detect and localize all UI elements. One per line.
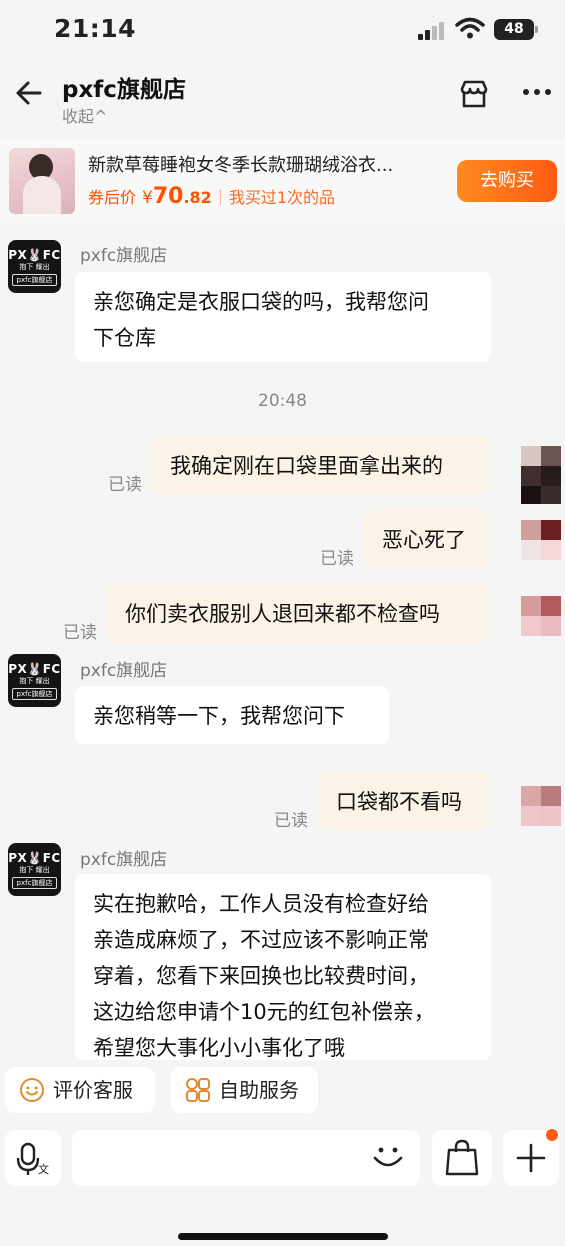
my-message-bubble[interactable]: 口袋都不看吗 <box>318 772 490 830</box>
price-decimal: .82 <box>183 188 212 207</box>
voice-text-badge: 文 <box>38 1163 49 1176</box>
message-input[interactable] <box>72 1130 420 1186</box>
shop-avatar[interactable]: PX🐰FC 抱下 耀出 pxfc旗舰店 <box>8 240 61 293</box>
emoji-icon[interactable] <box>370 1140 406 1176</box>
product-title[interactable]: 新款草莓睡袍女冬季长款珊瑚绒浴衣... <box>88 151 438 177</box>
price-divider <box>219 189 221 205</box>
self-service-label: 自助服务 <box>219 1078 299 1102</box>
sender-name: pxfc旗舰店 <box>80 661 168 681</box>
read-status: 已读 <box>63 623 97 643</box>
shop-message-bubble[interactable]: 实在抱歉哈，工作人员没有检查好给 亲造成麻烦了，不过应该不影响正常 穿着，您看下… <box>75 874 491 1060</box>
my-message-bubble[interactable]: 我确定刚在口袋里面拿出来的 <box>152 436 490 494</box>
user-avatar[interactable] <box>521 446 561 504</box>
read-status: 已读 <box>274 811 308 831</box>
wifi-icon <box>455 17 485 39</box>
user-avatar[interactable] <box>521 596 561 636</box>
shopping-bag-button[interactable] <box>432 1130 492 1186</box>
avatar-shop-tag: pxfc旗舰店 <box>12 274 57 286</box>
grid-icon <box>186 1078 210 1102</box>
my-message-bubble[interactable]: 你们卖衣服别人退回来都不检查吗 <box>107 584 490 642</box>
rate-service-label: 评价客服 <box>53 1078 133 1102</box>
store-icon[interactable] <box>458 78 490 110</box>
shop-message-bubble[interactable]: 亲您稍等一下，我帮您问下 <box>75 686 389 744</box>
status-bar: 21:14 48 <box>0 0 565 58</box>
chat-header: pxfc旗舰店 收起^ <box>0 58 565 136</box>
my-message-bubble[interactable]: 恶心死了 <box>364 510 490 568</box>
signal-icon <box>418 22 448 40</box>
sender-name: pxfc旗舰店 <box>80 246 168 266</box>
back-arrow-icon[interactable] <box>14 78 44 108</box>
read-status: 已读 <box>320 549 354 569</box>
avatar-logo-text: PX🐰FC <box>8 662 61 676</box>
avatar-slogan: 抱下 耀出 <box>19 866 50 874</box>
buy-button[interactable]: 去购买 <box>457 160 557 202</box>
self-service-button[interactable]: 自助服务 <box>171 1067 318 1113</box>
input-bar: 文 <box>0 1122 565 1246</box>
collapse-toggle[interactable]: 收起^ <box>62 103 107 127</box>
avatar-slogan: 抱下 耀出 <box>19 677 50 685</box>
smile-icon <box>20 1078 44 1102</box>
sender-name: pxfc旗舰店 <box>80 850 168 870</box>
product-card[interactable]: 新款草莓睡袍女冬季长款珊瑚绒浴衣... 券后价 ¥70.82 我买过1次的品 去购买 <box>0 138 565 224</box>
home-indicator[interactable] <box>178 1233 388 1240</box>
avatar-shop-tag: pxfc旗舰店 <box>12 688 57 700</box>
more-icon[interactable] <box>522 88 552 96</box>
user-avatar[interactable] <box>521 520 561 560</box>
price-label: 券后价 <box>88 188 137 207</box>
avatar-logo-text: PX🐰FC <box>8 851 61 865</box>
battery-icon: 48 <box>494 19 538 40</box>
avatar-shop-tag: pxfc旗舰店 <box>12 877 57 889</box>
notification-dot <box>544 1127 560 1143</box>
product-thumbnail[interactable] <box>9 148 75 214</box>
purchase-history-note: 我买过1次的品 <box>228 188 335 207</box>
shop-avatar[interactable]: PX🐰FC 抱下 耀出 pxfc旗舰店 <box>8 843 61 896</box>
shop-name[interactable]: pxfc旗舰店 <box>62 70 186 104</box>
avatar-slogan: 抱下 耀出 <box>19 263 50 271</box>
price-integer: 70 <box>152 184 184 209</box>
rate-service-button[interactable]: 评价客服 <box>5 1067 155 1113</box>
voice-input-button[interactable]: 文 <box>5 1130 61 1186</box>
microphone-icon <box>16 1142 40 1175</box>
shopping-bag-icon <box>445 1139 479 1176</box>
user-avatar[interactable] <box>521 786 561 826</box>
shop-message-bubble[interactable]: 亲您确定是衣服口袋的吗，我帮您问 下仓库 <box>75 272 491 362</box>
currency-symbol: ¥ <box>142 188 153 208</box>
status-time: 21:14 <box>54 14 137 43</box>
avatar-logo-text: PX🐰FC <box>8 248 61 262</box>
product-price-row: 券后价 ¥70.82 我买过1次的品 <box>88 184 335 209</box>
shop-avatar[interactable]: PX🐰FC 抱下 耀出 pxfc旗舰店 <box>8 654 61 707</box>
chat-timestamp: 20:48 <box>258 391 307 411</box>
read-status: 已读 <box>108 475 142 495</box>
